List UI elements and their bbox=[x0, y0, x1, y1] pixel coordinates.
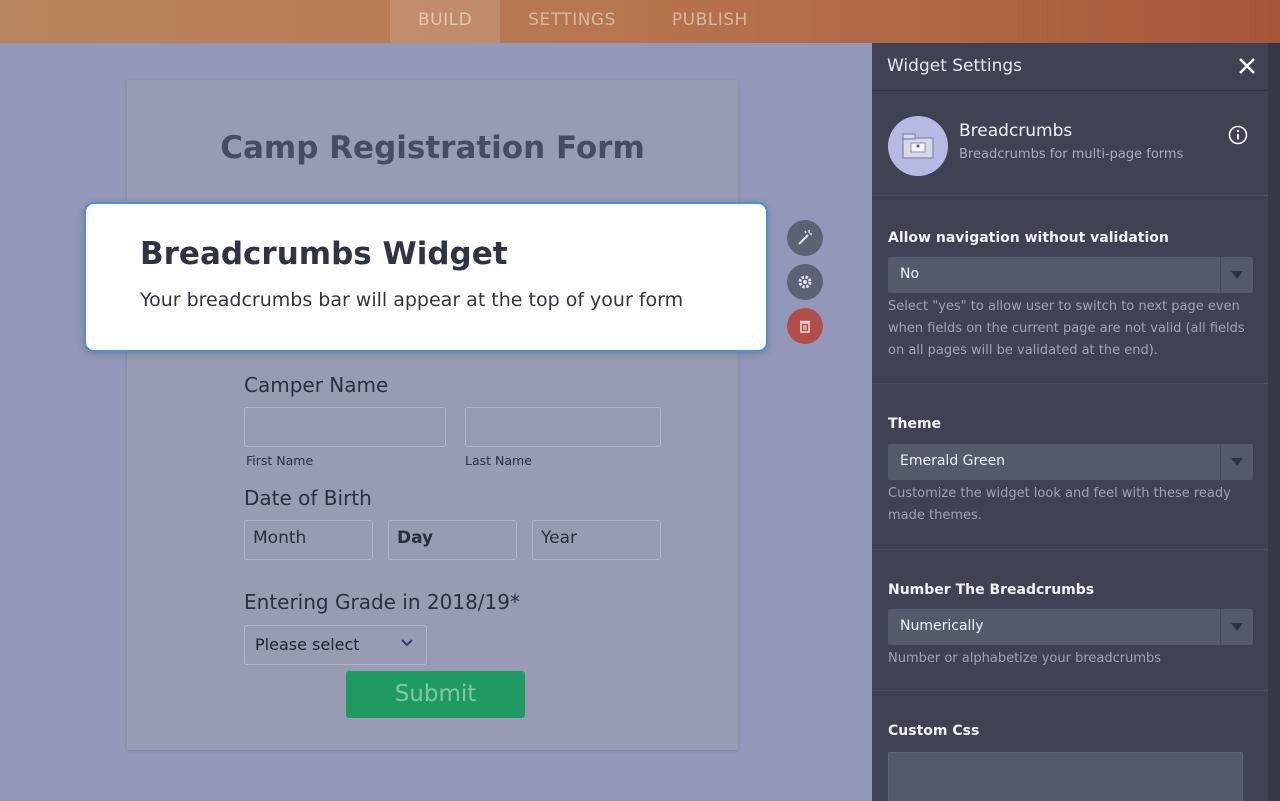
camper-name-label: Camper Name bbox=[244, 373, 389, 397]
tab-settings[interactable]: SETTINGS bbox=[500, 0, 644, 43]
section-number-breadcrumbs: Number The Breadcrumbs Numerically Numbe… bbox=[872, 550, 1268, 691]
grade-select[interactable]: Please select bbox=[244, 625, 427, 665]
panel-scrollbar[interactable] bbox=[1268, 43, 1280, 801]
last-name-input[interactable] bbox=[465, 407, 661, 447]
dob-day-text: Day bbox=[397, 528, 434, 548]
widget-title: Breadcrumbs Widget bbox=[140, 236, 508, 272]
wand-button[interactable] bbox=[787, 220, 823, 256]
first-name-input[interactable] bbox=[244, 407, 446, 447]
panel-title: Widget Settings bbox=[887, 56, 1022, 76]
widget-info: Breadcrumbs Breadcrumbs for multi-page f… bbox=[872, 91, 1268, 196]
widget-name: Breadcrumbs bbox=[959, 121, 1073, 141]
widget-settings-panel: Widget Settings Breadcrumbs Breadcrumbs … bbox=[872, 43, 1280, 801]
tab-publish[interactable]: PUBLISH bbox=[644, 0, 776, 43]
form-card: Camp Registration Form Camper Name First… bbox=[127, 80, 738, 750]
dob-year-text: Year bbox=[541, 528, 577, 548]
custom-css-textarea[interactable] bbox=[888, 752, 1243, 801]
select-divider bbox=[1220, 609, 1221, 645]
close-icon[interactable] bbox=[1238, 57, 1256, 75]
theme-select[interactable]: Emerald Green bbox=[888, 444, 1253, 480]
dob-month-text: Month bbox=[253, 528, 307, 548]
settings-button[interactable] bbox=[787, 264, 823, 300]
navigation-label: Allow navigation without validation bbox=[888, 230, 1169, 246]
delete-button[interactable] bbox=[787, 308, 823, 344]
navigation-select[interactable]: No bbox=[888, 257, 1253, 293]
grade-select-value: Please select bbox=[255, 635, 360, 654]
breadcrumbs-widget-icon bbox=[888, 116, 948, 176]
custom-css-label: Custom Css bbox=[888, 723, 980, 739]
chevron-down-icon bbox=[401, 639, 413, 647]
number-select[interactable]: Numerically bbox=[888, 609, 1253, 645]
dob-day-field[interactable]: Day bbox=[388, 520, 517, 560]
top-navigation-bar: BUILD SETTINGS PUBLISH bbox=[0, 0, 1280, 43]
widget-description: Your breadcrumbs bar will appear at the … bbox=[140, 289, 684, 311]
chevron-down-icon bbox=[1231, 271, 1243, 279]
widget-subtitle: Breadcrumbs for multi-page forms bbox=[959, 147, 1184, 162]
theme-label: Theme bbox=[888, 416, 942, 432]
theme-help: Customize the widget look and feel with … bbox=[888, 486, 1231, 523]
navigation-select-value: No bbox=[900, 266, 920, 282]
chevron-down-icon bbox=[1231, 623, 1243, 631]
dob-label: Date of Birth bbox=[244, 486, 372, 510]
first-name-sublabel: First Name bbox=[246, 453, 314, 468]
select-divider bbox=[1220, 444, 1221, 480]
breadcrumbs-widget-card[interactable]: Breadcrumbs Widget Your breadcrumbs bar … bbox=[84, 202, 768, 352]
dob-year-field[interactable]: Year bbox=[532, 520, 661, 560]
number-help: Number or alphabetize your breadcrumbs bbox=[888, 651, 1162, 666]
builder-tabs: BUILD SETTINGS PUBLISH bbox=[390, 0, 776, 43]
tab-build[interactable]: BUILD bbox=[390, 0, 501, 43]
number-select-value: Numerically bbox=[900, 618, 984, 634]
form-title[interactable]: Camp Registration Form bbox=[127, 130, 738, 166]
last-name-sublabel: Last Name bbox=[465, 453, 532, 468]
form-canvas: Camp Registration Form Camper Name First… bbox=[0, 43, 872, 801]
info-icon[interactable] bbox=[1228, 125, 1248, 145]
trash-icon bbox=[800, 320, 810, 333]
submit-button[interactable]: Submit bbox=[346, 671, 525, 718]
navigation-help: Select "yes" to allow user to switch to … bbox=[888, 299, 1245, 358]
gear-icon bbox=[798, 275, 812, 289]
panel-header: Widget Settings bbox=[872, 43, 1268, 91]
grade-label: Entering Grade in 2018/19* bbox=[244, 590, 520, 614]
section-navigation: Allow navigation without validation No S… bbox=[872, 196, 1268, 384]
number-label: Number The Breadcrumbs bbox=[888, 582, 1095, 598]
dob-month-field[interactable]: Month bbox=[244, 520, 373, 560]
section-theme: Theme Emerald Green Customize the widget… bbox=[872, 384, 1268, 550]
theme-select-value: Emerald Green bbox=[900, 453, 1006, 469]
magic-wand-icon bbox=[798, 230, 812, 245]
chevron-down-icon bbox=[1231, 458, 1243, 466]
select-divider bbox=[1220, 257, 1221, 293]
